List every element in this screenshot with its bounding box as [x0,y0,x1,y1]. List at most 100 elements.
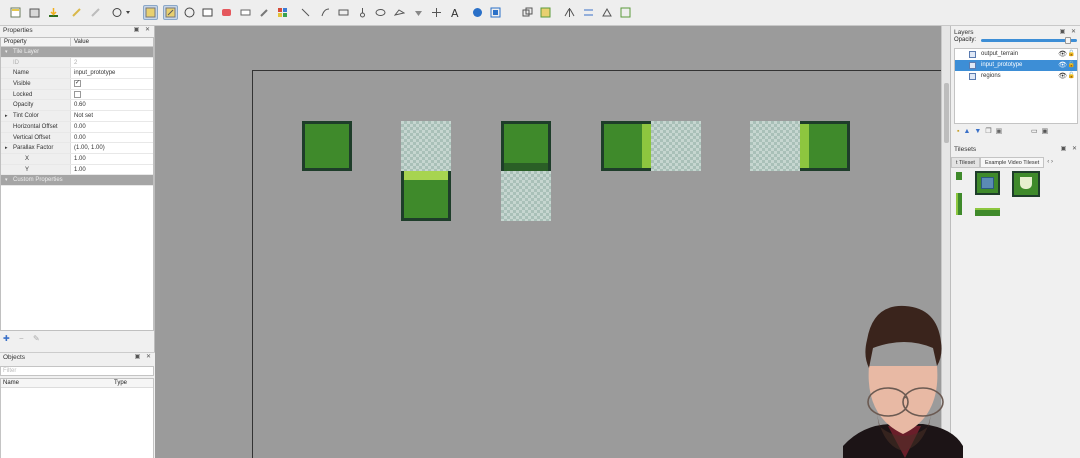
rotate-right-icon[interactable] [581,5,596,20]
eye-icon[interactable]: 👁 [1058,60,1067,71]
show-hide-layers-icon[interactable]: ▭ [1031,128,1042,135]
tab-example-video-tileset[interactable]: Example Video Tileset [979,157,1045,168]
property-row[interactable]: Opacity 0.60 [1,100,153,112]
panel-buttons[interactable]: ▣ ✕ [134,26,152,35]
property-value[interactable]: Not set [71,111,93,121]
save-icon[interactable] [46,5,61,20]
property-value[interactable]: (1.00, 1.00) [71,143,105,153]
property-row[interactable]: Visible ✓ [1,79,153,90]
tile-north-edge-2b[interactable] [401,171,451,221]
group-custom-properties[interactable]: ▾ Custom Properties [1,175,153,186]
property-value[interactable]: 2 [71,58,77,68]
rotate-left-icon[interactable] [562,5,577,20]
rename-property-icon[interactable]: ✎ [33,334,40,343]
insert-text-icon[interactable]: A [448,5,463,20]
rect-select-icon[interactable] [257,5,272,20]
objects-filter-input[interactable]: Filter [0,366,154,376]
opacity-slider[interactable] [981,37,1077,44]
property-value[interactable]: 0.60 [71,100,86,110]
property-value[interactable]: 0.00 [71,122,86,132]
wang-fill-icon[interactable] [488,5,503,20]
property-value[interactable]: 1.00 [71,154,86,164]
insert-polygon-icon[interactable] [392,5,407,20]
eye-icon[interactable]: 👁 [1058,49,1067,60]
expand-arrow-icon[interactable]: ▸ [5,111,8,122]
property-row[interactable]: Locked [1,89,153,101]
tileset-view[interactable] [951,171,1080,221]
tilesets-panel-buttons[interactable]: ▣ ✕ [1061,145,1079,154]
insert-point-icon[interactable] [429,5,444,20]
map-canvas[interactable] [155,26,952,458]
property-row[interactable]: ID 2 [1,57,153,69]
objects-panel-buttons[interactable]: ▣ ✕ [135,353,153,362]
terrain-brush-icon[interactable] [182,5,197,20]
tile-empty-5a[interactable] [750,121,800,171]
property-value[interactable]: 0.00 [71,133,86,143]
tile-empty-4b[interactable] [651,121,701,171]
bucket-fill-icon[interactable] [200,5,215,20]
remove-property-icon[interactable]: − [19,334,24,343]
tileset-tile-selected[interactable] [1012,171,1040,197]
tileset-tile[interactable] [956,172,962,180]
redo-icon[interactable] [88,5,103,20]
opacity-slider-handle[interactable] [1065,37,1071,44]
magic-wand-icon[interactable] [275,5,290,20]
property-checkbox[interactable] [74,90,81,98]
eraser-icon[interactable] [238,5,253,20]
lock-icon[interactable]: 🔓 [1068,49,1075,60]
undo-icon[interactable] [69,5,84,20]
insert-ellipse-icon[interactable] [373,5,388,20]
select-same-icon[interactable] [298,5,313,20]
property-value[interactable]: 1.00 [71,165,86,175]
tileset-tile[interactable] [975,171,1000,195]
shape-fill-icon[interactable] [219,5,234,20]
lock-layer-icon[interactable]: ▣ [1042,128,1053,135]
layer-item-input-prototype[interactable]: input_prototype 👁 🔓 [955,60,1077,71]
stamp-brush-icon[interactable] [163,5,178,20]
tile-west-edge-5b[interactable] [800,121,850,171]
property-row[interactable]: Vertical Offset 0.00 [1,132,153,144]
select-icon[interactable] [143,5,158,20]
group-tile-layer[interactable]: ▾ Tile Layer [1,47,153,58]
raise-layer-icon[interactable]: ▲ [963,128,974,135]
stamp-dropdown-icon[interactable] [110,5,132,20]
property-value[interactable]: ✓ [71,79,81,89]
property-row[interactable]: X 1.00 [1,153,153,165]
tile-empty-2a[interactable] [401,121,451,171]
lock-icon[interactable]: 🔓 [1068,71,1075,82]
property-row[interactable]: ▸ Tint Color Not set [1,111,153,122]
tile-empty-3b[interactable] [501,171,551,221]
property-checkbox[interactable]: ✓ [74,79,81,87]
layer-item-regions[interactable]: regions 👁 🔓 [955,71,1077,82]
tile-south-edge-3a[interactable] [501,121,551,171]
property-row[interactable]: ▸ Parallax Factor (1.00, 1.00) [1,143,153,154]
lock-icon[interactable]: 🔓 [1068,60,1075,71]
flip-vertical-icon[interactable] [618,5,633,20]
flip-horizontal-icon[interactable] [600,5,615,20]
random-mode-icon[interactable] [470,5,485,20]
property-row[interactable]: Name input_prototype [1,68,153,80]
scroll-thumb[interactable] [944,83,949,143]
insert-rect-icon[interactable] [355,5,370,20]
property-row[interactable]: Y 1.00 [1,164,153,176]
flip-icon[interactable] [538,5,553,20]
select-objects-icon[interactable] [318,5,333,20]
eye-icon[interactable]: 👁 [1058,71,1067,82]
remove-layer-icon[interactable]: ▣ [996,128,1007,135]
open-icon[interactable] [27,5,42,20]
tab-tileset[interactable]: t Tileset [951,157,980,168]
property-value[interactable]: input_prototype [71,68,115,78]
lower-layer-icon[interactable]: ▼ [974,128,985,135]
expand-arrow-icon[interactable]: ▸ [5,143,8,154]
new-map-icon[interactable] [8,5,23,20]
layers-panel-buttons[interactable]: ▣ ✕ [1060,28,1078,37]
duplicate-layer-icon[interactable]: ❐ [985,128,995,135]
tile-solid-1[interactable] [302,121,352,171]
layer-item-output-terrain[interactable]: output_terrain 👁 🔓 [955,49,1077,60]
tileset-tile[interactable] [975,208,1000,216]
insert-template-icon[interactable] [411,5,426,20]
property-value[interactable] [71,90,81,100]
tile-east-edge-4a[interactable] [601,121,651,171]
tileset-tile[interactable] [956,193,962,215]
tab-scroll-arrows[interactable]: ‹ › [1044,157,1053,168]
